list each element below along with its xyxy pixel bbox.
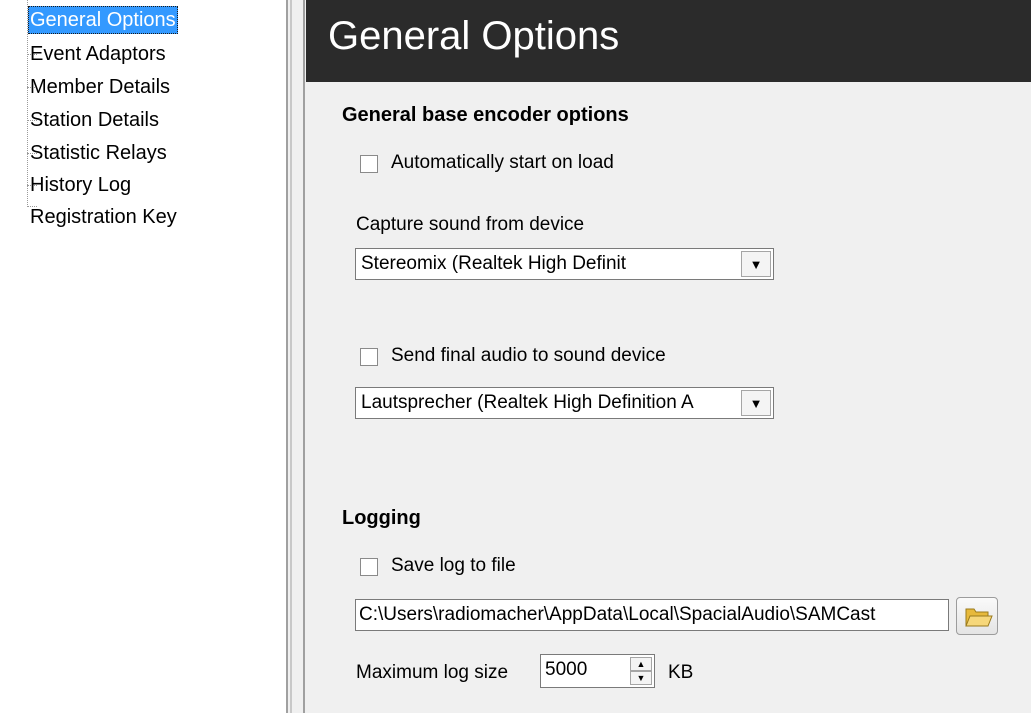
page-title: General Options (328, 14, 620, 58)
chevron-down-icon[interactable]: ▼ (741, 251, 771, 277)
splitter-edge (303, 0, 305, 713)
tree-item-history-log[interactable]: History Log (28, 171, 133, 199)
max-log-size-value: 5000 (545, 659, 588, 680)
chevron-down-icon[interactable]: ▼ (741, 390, 771, 416)
splitter-edge (290, 0, 292, 713)
max-log-size-stepper[interactable]: 5000 ▲ ▼ (540, 654, 655, 688)
splitter-handle[interactable] (286, 0, 306, 713)
tree-item-registration-key[interactable]: Registration Key (28, 203, 179, 231)
output-device-value: Lautsprecher (Realtek High Definition A (361, 392, 694, 413)
section-heading-encoder: General base encoder options (342, 104, 629, 126)
auto-start-label: Automatically start on load (391, 152, 614, 173)
log-path-input[interactable]: C:\Users\radiomacher\AppData\Local\Spaci… (355, 599, 949, 631)
save-log-label: Save log to file (391, 555, 516, 576)
section-heading-logging: Logging (342, 507, 421, 529)
max-log-size-unit: KB (668, 662, 694, 683)
tree-item-event-adaptors[interactable]: Event Adaptors (28, 40, 168, 68)
send-final-audio-label: Send final audio to sound device (391, 345, 666, 366)
arrow-down-icon[interactable]: ▼ (630, 671, 652, 685)
options-panel: General Options General base encoder opt… (306, 0, 1031, 713)
capture-device-label: Capture sound from device (356, 214, 585, 235)
capture-device-select[interactable]: Stereomix (Realtek High Definit ▼ (355, 248, 774, 280)
send-final-audio-checkbox[interactable] (360, 348, 378, 366)
log-path-value: C:\Users\radiomacher\AppData\Local\Spaci… (359, 604, 876, 625)
tree-item-member-details[interactable]: Member Details (28, 73, 172, 101)
tree-item-station-details[interactable]: Station Details (28, 106, 161, 134)
splitter-edge (286, 0, 288, 713)
max-log-size-label: Maximum log size (356, 662, 509, 683)
output-device-select[interactable]: Lautsprecher (Realtek High Definition A … (355, 387, 774, 419)
tree-item-general-options[interactable]: General Options (28, 6, 178, 34)
tree-item-statistic-relays[interactable]: Statistic Relays (28, 139, 169, 167)
auto-start-checkbox[interactable] (360, 155, 378, 173)
capture-device-value: Stereomix (Realtek High Definit (361, 253, 627, 274)
browse-folder-button[interactable] (956, 597, 998, 635)
save-log-checkbox[interactable] (360, 558, 378, 576)
folder-open-icon (965, 608, 993, 627)
options-tree: General Options Event Adaptors Member De… (0, 0, 286, 713)
panel-header: General Options (306, 0, 1031, 82)
stepper-buttons: ▲ ▼ (630, 657, 652, 685)
arrow-up-icon[interactable]: ▲ (630, 657, 652, 671)
